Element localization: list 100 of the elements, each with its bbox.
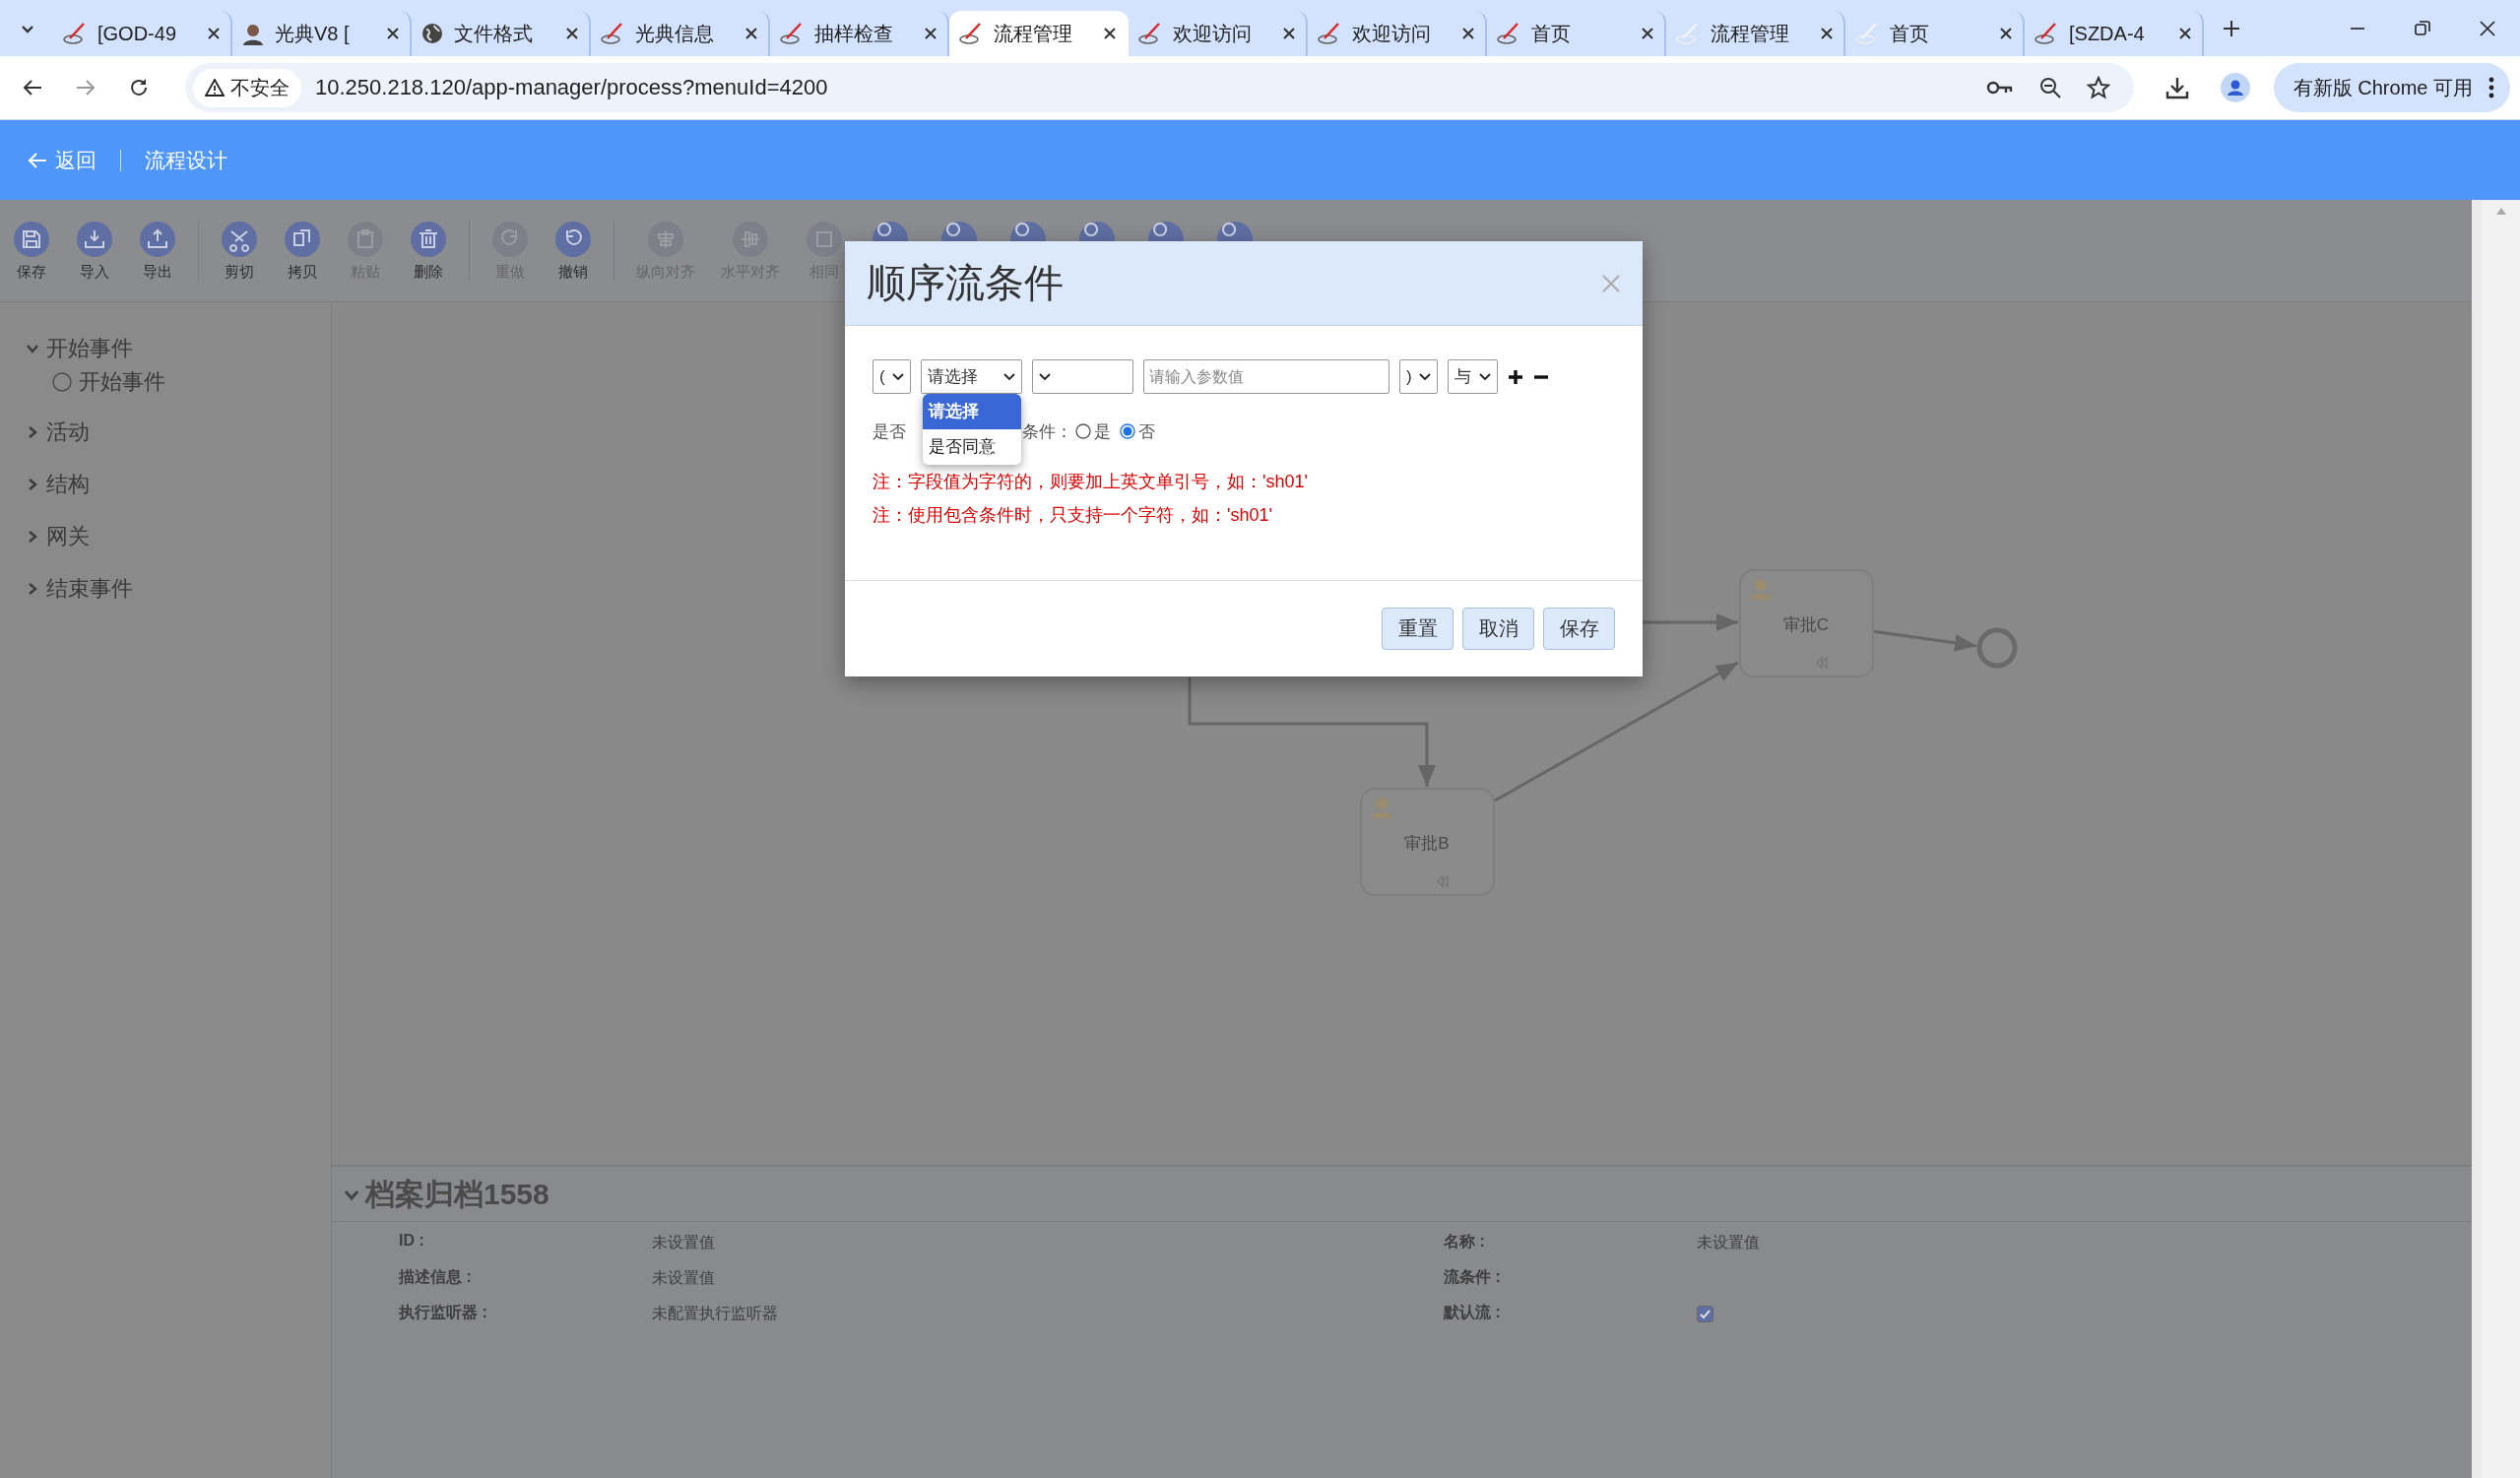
dialog-button[interactable]: 重置 <box>1382 608 1454 650</box>
close-icon[interactable] <box>1640 26 1655 41</box>
reload-icon[interactable] <box>128 77 150 98</box>
tab-title: [GOD-49 <box>97 22 178 45</box>
field-label: ID : <box>399 1232 425 1251</box>
radio-button[interactable] <box>1075 423 1091 439</box>
star-icon[interactable] <box>2086 76 2110 99</box>
close-icon[interactable] <box>1281 26 1297 41</box>
swoosh-icon <box>2034 22 2059 45</box>
toolbar-button[interactable]: 剪切 <box>208 200 271 282</box>
node-label: 审批C <box>1782 615 1830 634</box>
swoosh-icon <box>1854 22 1880 45</box>
new-tab-icon[interactable] <box>2222 18 2241 38</box>
caret-icon <box>27 425 38 438</box>
paste-icon <box>348 222 383 257</box>
tab-title: 光典V8 [ <box>275 21 351 46</box>
toolbar-button[interactable]: 导入 <box>63 200 126 282</box>
caret-icon <box>1003 372 1015 381</box>
scissors-icon <box>222 222 257 257</box>
note-text: 注：使用包含条件时，只支持一个字符，如：'sh01' <box>872 504 1273 527</box>
swoosh-icon <box>1137 22 1163 45</box>
close-icon[interactable] <box>1102 26 1118 41</box>
dialog-button[interactable]: 取消 <box>1462 608 1534 650</box>
security-label: 不安全 <box>230 75 290 100</box>
swoosh-icon <box>958 22 984 45</box>
toolbar-button[interactable]: 导出 <box>126 200 189 282</box>
toolbar-button[interactable]: 删除 <box>397 200 460 282</box>
tab-title: 流程管理 <box>994 21 1073 46</box>
close-icon[interactable] <box>1819 26 1835 41</box>
key-icon[interactable] <box>1985 80 2014 96</box>
select-field[interactable] <box>1032 359 1133 394</box>
task-node[interactable] <box>1739 569 1874 677</box>
dialog-title: 顺序流条件 <box>867 260 1064 306</box>
close-icon[interactable] <box>2479 19 2496 37</box>
checkbox[interactable] <box>1697 1305 1713 1322</box>
swoosh-icon <box>779 22 805 45</box>
task-node[interactable] <box>1360 788 1495 896</box>
url-text: 10.250.218.120/app-manager/process?menuId=4200 <box>315 75 828 100</box>
note-text: 注：字段值为字符的，则要加上英文单引号，如：'sh01' <box>872 471 1309 493</box>
restore-icon[interactable] <box>2414 19 2431 37</box>
align-icon <box>807 222 842 257</box>
tab-title: 抽样检查 <box>814 21 894 46</box>
close-icon[interactable] <box>385 26 401 41</box>
toolbar-button[interactable]: 撤销 <box>542 200 605 282</box>
close-icon[interactable] <box>564 26 580 41</box>
align-icon <box>733 222 768 257</box>
person-icon <box>1371 798 1392 818</box>
tab-title: 光典信息 <box>635 21 715 46</box>
field-value: 未设置值 <box>652 1232 715 1253</box>
update-chrome-button[interactable]: 有新版 Chrome 可用 <box>2273 63 2510 112</box>
select-field[interactable]: ) <box>1399 359 1438 394</box>
close-icon[interactable] <box>206 26 222 41</box>
tab-title: [SZDA-4 <box>2069 22 2146 45</box>
close-icon[interactable] <box>923 26 938 41</box>
trash-icon <box>411 222 446 257</box>
swoosh-icon <box>62 22 88 45</box>
scrollbar[interactable] <box>2472 200 2520 1478</box>
page-title: 流程设计 <box>145 147 227 173</box>
tab-title: 文件格式 <box>454 21 534 46</box>
caret-icon <box>1479 372 1491 381</box>
swoosh-icon <box>1675 22 1701 45</box>
browser-tab[interactable]: 流程管理 <box>949 11 1129 56</box>
plus-icon[interactable] <box>1508 368 1523 385</box>
caret-icon <box>27 478 38 490</box>
back-arrow-icon <box>28 151 47 169</box>
profile-avatar[interactable] <box>2220 73 2250 102</box>
field-label: 描述信息 : <box>399 1267 473 1287</box>
dropdown-option[interactable]: 请选择 <box>923 394 1021 429</box>
download-icon[interactable] <box>2165 76 2189 99</box>
dialog-button[interactable]: 保存 <box>1543 608 1615 650</box>
field-value: 未设置值 <box>652 1267 715 1288</box>
swoosh-icon <box>1496 22 1521 45</box>
toolbar-button[interactable]: 保存 <box>0 200 63 282</box>
toolbar-button[interactable]: 拷贝 <box>271 200 334 282</box>
field-label: 名称 : <box>1444 1232 1486 1252</box>
export-icon <box>140 222 175 257</box>
select-field[interactable]: ( <box>872 359 911 394</box>
redo-icon <box>492 222 528 257</box>
caret-icon <box>344 1188 359 1202</box>
radio-option-label: 否 <box>1138 420 1155 443</box>
person-icon <box>1750 579 1772 600</box>
input-field[interactable]: 请输入参数值 <box>1143 359 1389 394</box>
caret-icon <box>27 530 38 543</box>
close-icon[interactable] <box>1998 26 2014 41</box>
person-icon <box>241 22 265 45</box>
zoom-out-icon[interactable] <box>2038 77 2061 98</box>
field-label: 默认流 : <box>1444 1303 1502 1322</box>
security-chip[interactable]: 不安全 <box>193 68 301 107</box>
dropdown-option[interactable]: 是否同意 <box>923 429 1021 465</box>
close-icon[interactable] <box>2177 26 2193 41</box>
address-bar[interactable]: 不安全 10.250.218.120/app-manager/process?menuId=4200 <box>185 63 2134 112</box>
close-icon[interactable] <box>1460 26 1476 41</box>
radio-option-label: 是 <box>1094 420 1111 443</box>
tab-title: 欢迎访问 <box>1352 21 1432 46</box>
select-field[interactable]: 与 <box>1448 359 1498 394</box>
floppy-icon <box>14 222 49 257</box>
undo-icon <box>555 222 591 257</box>
radio-button[interactable] <box>1120 423 1135 439</box>
close-icon[interactable] <box>743 26 759 41</box>
tab-title: 流程管理 <box>1711 21 1790 46</box>
